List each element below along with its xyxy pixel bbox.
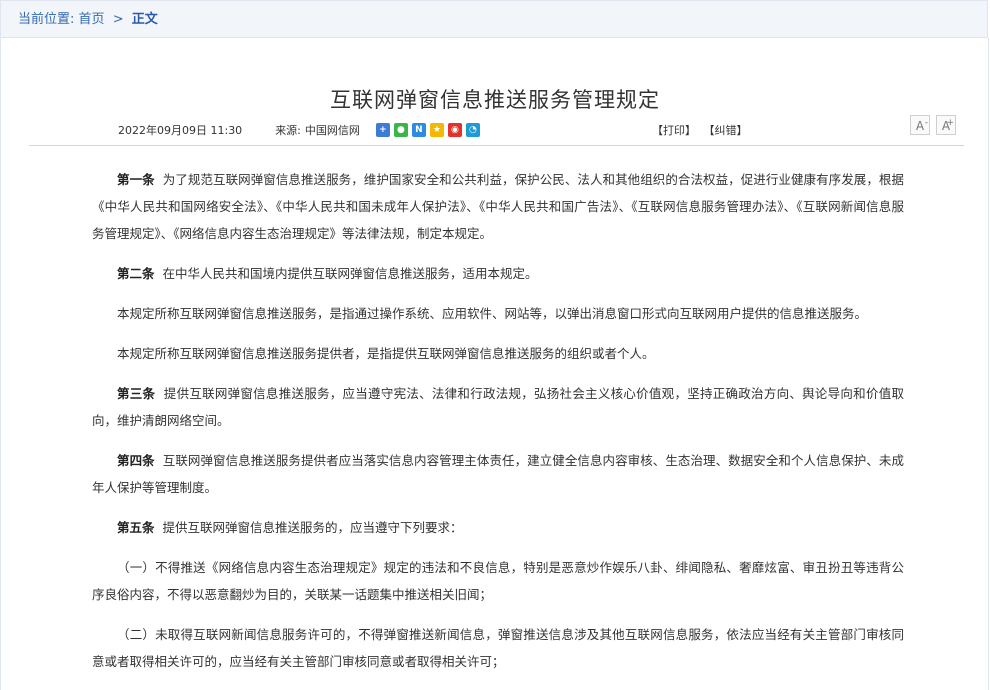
article-paragraph: 第一条 为了规范互联网弹窗信息推送服务，维护国家安全和公共利益，保护公民、法人和… xyxy=(92,166,904,247)
breadcrumb-separator: > xyxy=(112,12,124,27)
article-paragraph: 第五条 提供互联网弹窗信息推送服务的，应当遵守下列要求： xyxy=(92,514,904,541)
tencent-weibo-icon[interactable]: ◔ xyxy=(465,123,480,137)
share-plus-icon[interactable]: + xyxy=(375,123,390,137)
correct-link[interactable]: 【纠错】 xyxy=(704,124,748,137)
qzone-icon[interactable]: ★ xyxy=(429,123,444,137)
article-clause: 第三条 xyxy=(117,386,156,401)
paragraph-text: 本规定所称互联网弹窗信息推送服务提供者，是指提供互联网弹窗信息推送服务的组织或者… xyxy=(117,346,655,361)
publish-date: 2022年09月09日 11:30 xyxy=(118,124,243,137)
share-bar: + ● N ★ ◉ ◔ xyxy=(375,123,480,137)
breadcrumb-home-link[interactable]: 首页 xyxy=(79,12,105,27)
paragraph-text: 本规定所称互联网弹窗信息推送服务，是指通过操作系统、应用软件、网站等，以弹出消息… xyxy=(117,306,868,321)
page-title: 互联网弹窗信息推送服务管理规定 xyxy=(330,88,660,113)
print-link[interactable]: 【打印】 xyxy=(652,124,696,137)
source-label: 来源: xyxy=(275,124,301,137)
font-smaller-sign: - xyxy=(924,118,928,128)
paragraph-text: 在中华人民共和国境内提供互联网弹窗信息推送服务，适用本规定。 xyxy=(162,266,538,281)
article-clause: 第五条 xyxy=(117,520,155,535)
source-name: 中国网信网 xyxy=(304,124,360,137)
paragraph-text: （二）未取得互联网新闻信息服务许可的，不得弹窗推送新闻信息，弹窗推送信息涉及其他… xyxy=(92,627,904,669)
paragraph-text: 提供互联网弹窗信息推送服务，应当遵守宪法、法律和行政法规，弘扬社会主义核心价值观… xyxy=(92,386,904,428)
article-paragraph: 本规定所称互联网弹窗信息推送服务提供者，是指提供互联网弹窗信息推送服务的组织或者… xyxy=(92,340,904,367)
breadcrumb-label: 当前位置: xyxy=(18,12,75,27)
article-paragraph: 第三条 提供互联网弹窗信息推送服务，应当遵守宪法、法律和行政法规，弘扬社会主义核… xyxy=(92,380,904,434)
font-smaller-button[interactable]: A- xyxy=(910,115,930,135)
title-divider xyxy=(29,145,964,146)
article-paragraph: （一）不得推送《网络信息内容生态治理规定》规定的违法和不良信息，特别是恶意炒作娱… xyxy=(92,554,904,608)
article-paragraph: 第四条 互联网弹窗信息推送服务提供者应当落实信息内容管理主体责任，建立健全信息内… xyxy=(92,447,904,501)
article-meta: 2022年09月09日 11:30 来源: 中国网信网 + ● N ★ ◉ ◔ xyxy=(118,122,480,138)
breadcrumb-current: 正文 xyxy=(131,12,158,27)
font-larger-sign: + xyxy=(946,118,954,128)
font-size-controls: A- A + xyxy=(910,115,956,135)
article-paragraph: 第二条 在中华人民共和国境内提供互联网弹窗信息推送服务，适用本规定。 xyxy=(92,260,904,287)
paragraph-text: （一）不得推送《网络信息内容生态治理规定》规定的违法和不良信息，特别是恶意炒作娱… xyxy=(92,560,904,602)
article-tools: 【打印】 【纠错】 xyxy=(652,122,752,138)
paragraph-text: 为了规范互联网弹窗信息推送服务，维护国家安全和公共利益，保护公民、法人和其他组织… xyxy=(92,172,904,241)
font-larger-button[interactable]: A + xyxy=(936,115,956,135)
paragraph-text: 互联网弹窗信息推送服务提供者应当落实信息内容管理主体责任，建立健全信息内容审核、… xyxy=(92,453,904,495)
paragraph-text: 提供互联网弹窗信息推送服务的，应当遵守下列要求： xyxy=(162,520,463,535)
font-smaller-label: A xyxy=(915,119,925,133)
article-clause: 第四条 xyxy=(117,453,155,468)
breadcrumb: 当前位置: 首页 > 正文 xyxy=(0,0,988,38)
article-paragraph: 本规定所称互联网弹窗信息推送服务，是指通过操作系统、应用软件、网站等，以弹出消息… xyxy=(92,300,904,327)
article-paragraph: （二）未取得互联网新闻信息服务许可的，不得弹窗推送新闻信息，弹窗推送信息涉及其他… xyxy=(92,621,904,675)
article-body: 第一条 为了规范互联网弹窗信息推送服务，维护国家安全和公共利益，保护公民、法人和… xyxy=(92,166,904,688)
news-icon[interactable]: N xyxy=(411,123,426,137)
weibo-icon[interactable]: ◉ xyxy=(447,123,462,137)
wechat-icon[interactable]: ● xyxy=(393,123,408,137)
article-clause: 第二条 xyxy=(117,266,155,281)
article-clause: 第一条 xyxy=(117,172,155,187)
